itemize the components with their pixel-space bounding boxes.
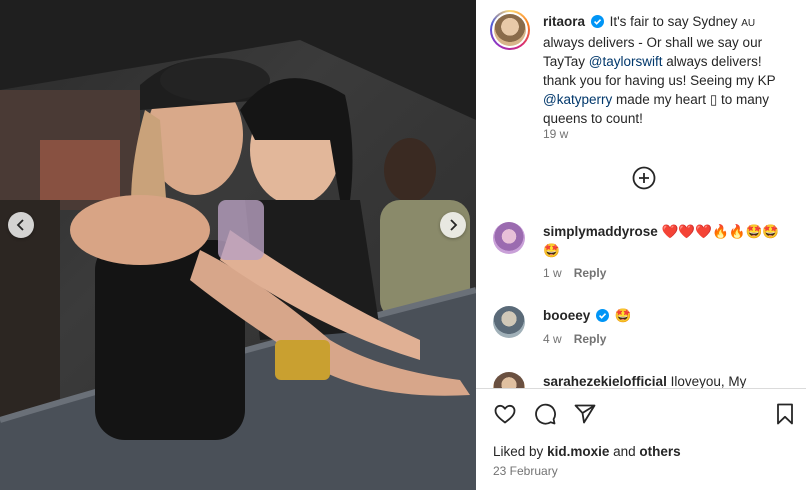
save-button[interactable] xyxy=(772,401,798,427)
commenter-username[interactable]: sarahezekielofficial xyxy=(543,374,667,388)
comment-item: sarahezekielofficial Iloveyou, My xyxy=(493,372,793,388)
likes-others-link[interactable]: others xyxy=(639,444,680,459)
paper-plane-icon xyxy=(574,404,596,424)
comment-meta: 1 w Reply xyxy=(543,266,606,280)
post-photo[interactable] xyxy=(0,0,476,490)
caption-timestamp[interactable]: 19 w xyxy=(543,127,568,141)
post-side-panel: ritaora It's fair to say Sydney AU alway… xyxy=(476,0,806,490)
load-more-comments-button[interactable] xyxy=(631,165,657,191)
plus-circle-icon xyxy=(632,166,656,190)
post-actions xyxy=(476,401,806,429)
author-avatar[interactable] xyxy=(490,10,530,50)
flag-au: AU xyxy=(741,18,756,29)
reply-button[interactable]: Reply xyxy=(574,332,607,346)
likes-prefix: Liked by xyxy=(493,444,544,459)
chevron-right-icon xyxy=(450,219,458,231)
comment-time[interactable]: 4 w xyxy=(543,332,562,346)
post-date[interactable]: 23 February xyxy=(493,464,558,478)
commenter-avatar[interactable] xyxy=(493,372,525,388)
comment-meta: 4 w Reply xyxy=(543,332,606,346)
comment-body: sarahezekielofficial Iloveyou, My xyxy=(543,372,793,388)
author-username[interactable]: ritaora xyxy=(543,14,585,29)
comment-body: booeey 🤩 xyxy=(543,306,793,325)
carousel-prev-button[interactable] xyxy=(8,212,34,238)
verified-badge-icon xyxy=(590,15,604,28)
caption-part-4: made my heart xyxy=(616,92,707,107)
carousel-next-button[interactable] xyxy=(440,212,466,238)
commenter-username[interactable]: simplymaddyrose xyxy=(543,224,658,239)
mention-katyperry[interactable]: @katyperry xyxy=(543,92,612,107)
likes-user-link[interactable]: kid.moxie xyxy=(547,444,609,459)
likes-summary: Liked by kid.moxie and others xyxy=(493,444,681,459)
mention-taylorswift[interactable]: @taylorswift xyxy=(589,54,663,69)
comment-text: 🤩 xyxy=(614,308,632,323)
heart-outline-icon xyxy=(494,404,516,424)
likes-and: and xyxy=(613,444,636,459)
commenter-username[interactable]: booeey xyxy=(543,308,590,323)
bookmark-icon xyxy=(777,403,793,425)
share-button[interactable] xyxy=(572,401,598,427)
caption-text: ritaora It's fair to say Sydney AU alway… xyxy=(543,12,798,128)
caption-part-1: It's fair to say Sydney xyxy=(609,14,738,29)
like-button[interactable] xyxy=(492,401,518,427)
photo-illustration xyxy=(0,0,476,490)
comment-bubble-icon xyxy=(535,403,556,425)
reply-button[interactable]: Reply xyxy=(574,266,607,280)
caption-heart-glyph: ▯ xyxy=(709,92,718,107)
commenter-avatar[interactable] xyxy=(493,306,525,338)
divider xyxy=(476,388,806,389)
comment-time[interactable]: 1 w xyxy=(543,266,562,280)
verified-badge-icon xyxy=(596,309,610,322)
comment-button[interactable] xyxy=(532,401,558,427)
chevron-left-icon xyxy=(16,219,24,231)
commenter-avatar[interactable] xyxy=(493,222,525,254)
comment-body: simplymaddyrose ❤️❤️❤️🔥🔥🤩🤩🤩 xyxy=(543,222,793,260)
comment-text: Iloveyou, My xyxy=(670,374,747,388)
